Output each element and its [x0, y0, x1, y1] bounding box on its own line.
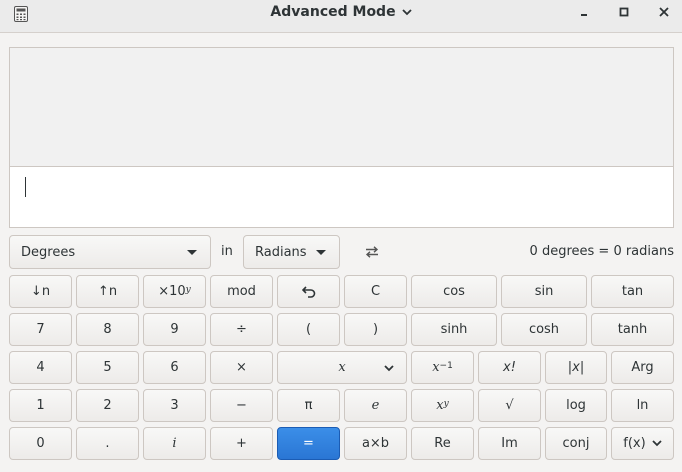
- undo-button[interactable]: [277, 275, 340, 308]
- target-unit-combo[interactable]: Radians: [243, 235, 340, 269]
- digit-6-button[interactable]: 6: [143, 351, 206, 384]
- log-button[interactable]: log: [545, 389, 607, 422]
- exponent-sup: y: [185, 284, 191, 295]
- sinh-button[interactable]: sinh: [411, 313, 497, 346]
- chevron-down-icon: [401, 8, 412, 15]
- digit-3-button[interactable]: 3: [143, 389, 206, 422]
- factorial-button[interactable]: x!: [478, 351, 541, 384]
- dropdown-arrow-icon: [187, 250, 197, 255]
- tanh-button[interactable]: tanh: [591, 313, 674, 346]
- abs-button[interactable]: |x|: [545, 351, 607, 384]
- shift-down-button[interactable]: ↓n: [9, 275, 72, 308]
- close-icon: [659, 7, 669, 17]
- maximize-button[interactable]: [612, 2, 636, 22]
- add-button[interactable]: +: [210, 427, 273, 460]
- equation-entry[interactable]: [10, 166, 673, 227]
- undo-icon: [301, 285, 315, 298]
- subtract-button[interactable]: −: [210, 389, 273, 422]
- source-unit-label: Degrees: [21, 244, 76, 260]
- mod-button[interactable]: mod: [210, 275, 273, 308]
- multiply-button[interactable]: ×: [210, 351, 273, 384]
- pi-button[interactable]: π: [277, 389, 340, 422]
- variable-menu-button[interactable]: x: [277, 351, 407, 384]
- digit-1-button[interactable]: 1: [9, 389, 72, 422]
- calculator-icon: [14, 6, 28, 22]
- cosh-button[interactable]: cosh: [501, 313, 587, 346]
- title-bar: Advanced Mode: [0, 0, 682, 33]
- digit-7-button[interactable]: 7: [9, 313, 72, 346]
- arg-button[interactable]: Arg: [611, 351, 674, 384]
- close-paren-button[interactable]: ): [344, 313, 407, 346]
- power-base: x: [436, 398, 444, 413]
- power-sup: y: [443, 398, 449, 409]
- euler-button[interactable]: e: [344, 389, 407, 422]
- digit-0-button[interactable]: 0: [9, 427, 72, 460]
- sqrt-button[interactable]: √: [478, 389, 541, 422]
- variable-label: x: [338, 360, 346, 375]
- equals-button[interactable]: =: [277, 427, 340, 460]
- window-title: Advanced Mode: [270, 4, 396, 20]
- history-view: [10, 48, 673, 167]
- minimize-icon: [581, 14, 587, 16]
- in-label: in: [221, 244, 233, 259]
- cos-button[interactable]: cos: [411, 275, 497, 308]
- sin-button[interactable]: sin: [501, 275, 587, 308]
- ln-button[interactable]: ln: [611, 389, 674, 422]
- open-paren-button[interactable]: (: [277, 313, 340, 346]
- mode-menu-button[interactable]: Advanced Mode: [270, 4, 412, 20]
- power-button[interactable]: xy: [411, 389, 474, 422]
- minimize-button[interactable]: [572, 2, 596, 22]
- inverse-sup: −1: [439, 360, 453, 371]
- digit-8-button[interactable]: 8: [76, 313, 139, 346]
- digit-9-button[interactable]: 9: [143, 313, 206, 346]
- target-unit-label: Radians: [255, 244, 307, 260]
- inverse-button[interactable]: x −1: [411, 351, 474, 384]
- function-menu-button[interactable]: f(x): [611, 427, 674, 460]
- conversion-bar: Degrees in Radians 0 degrees = 0 radians: [0, 235, 682, 269]
- calculator-display: [9, 47, 674, 228]
- close-button[interactable]: [652, 2, 676, 22]
- chevron-down-icon: [384, 365, 394, 372]
- clear-button[interactable]: C: [344, 275, 407, 308]
- digit-4-button[interactable]: 4: [9, 351, 72, 384]
- conversion-result: 0 degrees = 0 radians: [529, 244, 674, 259]
- real-part-button[interactable]: Re: [411, 427, 474, 460]
- swap-units-button[interactable]: [356, 235, 388, 269]
- chevron-down-icon: [652, 440, 662, 447]
- function-label: f(x): [623, 436, 646, 451]
- shift-up-button[interactable]: ↑n: [76, 275, 139, 308]
- source-unit-combo[interactable]: Degrees: [9, 235, 211, 269]
- conjugate-button[interactable]: conj: [545, 427, 607, 460]
- divide-button[interactable]: ÷: [210, 313, 273, 346]
- inverse-base: x: [432, 360, 440, 375]
- digit-5-button[interactable]: 5: [76, 351, 139, 384]
- euler-label: e: [371, 398, 380, 413]
- imaginary-part-button[interactable]: Im: [478, 427, 541, 460]
- dropdown-arrow-icon: [316, 250, 326, 255]
- digit-2-button[interactable]: 2: [76, 389, 139, 422]
- exponent-label: ×10: [158, 284, 186, 299]
- exponent-button[interactable]: ×10 y: [143, 275, 206, 308]
- tan-button[interactable]: tan: [591, 275, 674, 308]
- imaginary-button[interactable]: i: [143, 427, 206, 460]
- text-cursor: [25, 177, 26, 197]
- imaginary-label: i: [172, 436, 177, 451]
- swap-arrows-icon: [365, 246, 379, 258]
- decimal-point-button[interactable]: .: [76, 427, 139, 460]
- maximize-icon: [619, 7, 629, 17]
- scientific-notation-button[interactable]: a×b: [344, 427, 407, 460]
